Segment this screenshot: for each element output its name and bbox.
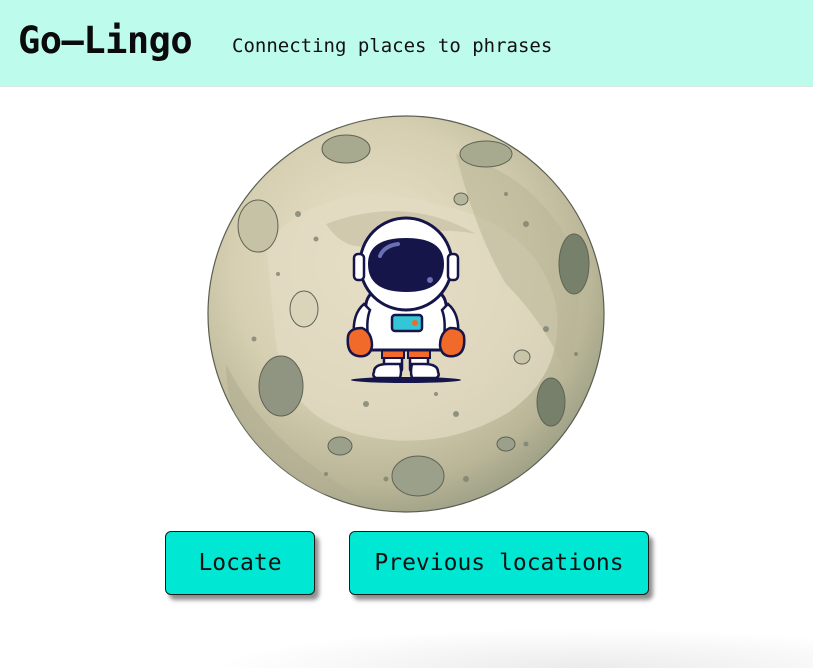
previous-locations-button[interactable]: Previous locations bbox=[349, 531, 649, 595]
app-title: Go–Lingo bbox=[18, 19, 193, 62]
locate-button[interactable]: Locate bbox=[165, 531, 315, 595]
app-header: Go–Lingo Connecting places to phrases bbox=[0, 0, 813, 87]
app-tagline: Connecting places to phrases bbox=[232, 35, 553, 57]
bottom-shadow-decoration bbox=[210, 628, 813, 668]
moon-illustration-icon bbox=[207, 115, 605, 513]
moon-astronaut-illustration bbox=[206, 114, 606, 514]
